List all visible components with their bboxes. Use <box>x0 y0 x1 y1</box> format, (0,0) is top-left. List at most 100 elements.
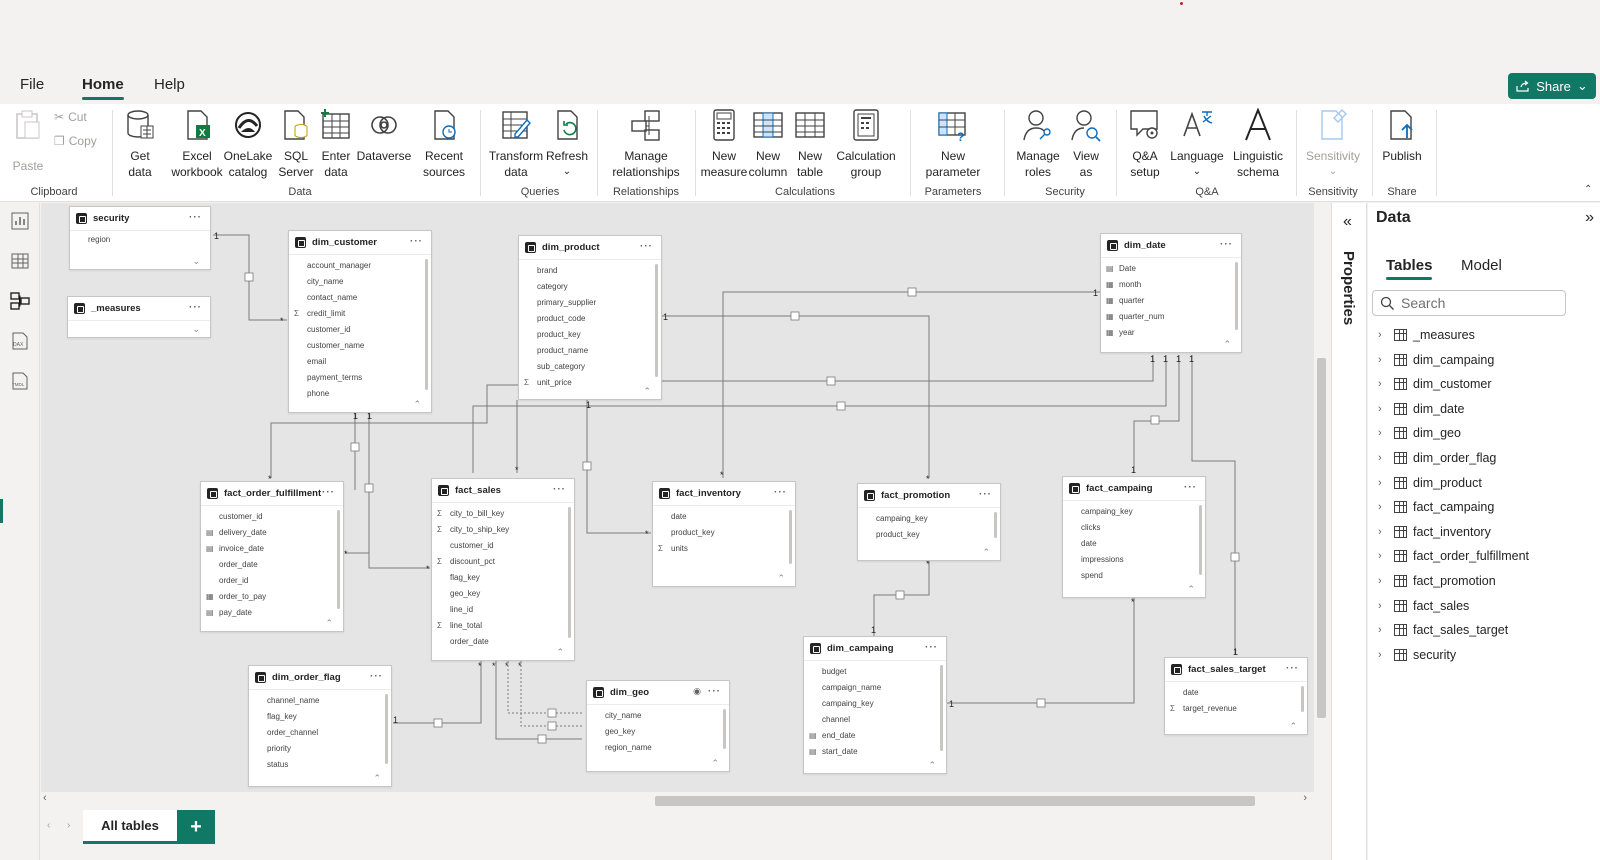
data-pane-item[interactable]: › dim_order_flag <box>1378 447 1496 469</box>
more-options-icon[interactable]: ··· <box>1220 239 1233 250</box>
field-row[interactable]: Σunit_price <box>519 374 661 390</box>
data-pane-item[interactable]: › security <box>1378 644 1456 666</box>
collapse-icon[interactable]: ⌃ <box>373 773 381 784</box>
field-row[interactable]: geo_key <box>432 585 574 601</box>
field-row[interactable]: status <box>249 756 391 772</box>
table-card-security[interactable]: security ··· region ⌄ <box>69 206 211 270</box>
dataverse-button[interactable]: Dataverse <box>356 108 412 164</box>
field-row[interactable]: campaing_key <box>804 695 946 711</box>
field-row[interactable]: customer_id <box>432 537 574 553</box>
field-row[interactable]: campaing_key <box>858 510 1000 526</box>
table-card-dim-campaing[interactable]: dim_campaing ··· budget campaign_name campai… <box>803 636 947 774</box>
tab-home[interactable]: Home <box>82 76 124 100</box>
field-row[interactable]: ▦ quarter <box>1101 292 1241 308</box>
excel-workbook-button[interactable]: X Excel workbook <box>168 108 226 180</box>
linguistic-schema-button[interactable]: Linguistic schema <box>1224 107 1292 180</box>
field-row[interactable]: ▦ quarter_num <box>1101 308 1241 324</box>
field-row[interactable]: campaing_key <box>1063 503 1205 519</box>
sql-server-button[interactable]: SQL Server <box>278 108 314 180</box>
collapse-icon[interactable]: ⌃ <box>982 547 990 558</box>
field-row[interactable]: product_code <box>519 310 661 326</box>
field-row[interactable]: line_id <box>432 601 574 617</box>
field-row[interactable]: channel <box>804 711 946 727</box>
more-options-icon[interactable]: ··· <box>925 642 938 653</box>
chevron-right-icon[interactable]: › <box>1378 378 1388 390</box>
field-row[interactable]: product_key <box>519 326 661 342</box>
field-row[interactable]: ▤ invoice_date <box>201 540 343 556</box>
data-pane-item[interactable]: › _measures <box>1378 324 1475 346</box>
more-options-icon[interactable]: ··· <box>410 236 423 247</box>
enter-data-button[interactable]: Enter data <box>318 108 354 180</box>
chevron-right-icon[interactable]: › <box>1378 575 1388 587</box>
language-button[interactable]: Language ⌄ <box>1166 108 1228 180</box>
field-row[interactable]: flag_key <box>432 569 574 585</box>
copy-button[interactable]: ❐ Copy <box>54 134 97 148</box>
next-page-icon[interactable]: › <box>67 820 70 831</box>
data-pane-item[interactable]: › dim_product <box>1378 472 1482 494</box>
cut-button[interactable]: ✂ Cut <box>54 110 87 124</box>
table-card-dim-order-flag[interactable]: dim_order_flag ··· channel_name flag_key ord… <box>248 665 392 787</box>
table-card-fact-campaing[interactable]: fact_campaing ··· campaing_key clicks date im… <box>1062 476 1206 598</box>
table-scrollbar[interactable] <box>1235 262 1238 330</box>
field-row[interactable]: city_name <box>587 707 729 723</box>
table-scrollbar[interactable] <box>425 259 428 390</box>
field-row[interactable]: sub_category <box>519 358 661 374</box>
chevron-right-icon[interactable]: › <box>1378 403 1388 415</box>
field-row[interactable]: ▤ Date <box>1101 260 1241 276</box>
chevron-right-icon[interactable]: › <box>1378 649 1388 661</box>
model-diagram-canvas[interactable]: 1 * 11 * * * * 1 * 1 * 1 * 1111 11 * 1 1 * 1 * * * *… <box>41 203 1327 803</box>
scroll-left-icon[interactable]: ‹ <box>43 792 47 804</box>
data-pane-item[interactable]: › fact_inventory <box>1378 521 1491 543</box>
tab-tables[interactable]: Tables <box>1386 257 1433 280</box>
new-table-button[interactable]: New table <box>790 108 830 180</box>
data-pane-item[interactable]: › dim_campaing <box>1378 349 1494 371</box>
chevron-right-icon[interactable]: › <box>1378 354 1388 366</box>
transform-data-button[interactable]: Transform data <box>486 108 546 180</box>
more-options-icon[interactable]: ··· <box>189 302 202 313</box>
refresh-button[interactable]: Refresh ⌄ <box>544 108 590 180</box>
data-pane-item[interactable]: › dim_customer <box>1378 373 1492 395</box>
data-pane-item[interactable]: › dim_date <box>1378 398 1464 420</box>
field-row[interactable]: region <box>70 231 210 247</box>
vertical-scrollbar[interactable] <box>1314 203 1328 803</box>
table-card-dim-product[interactable]: dim_product ··· brand category primary_suppl… <box>518 235 662 400</box>
data-pane-item[interactable]: › fact_promotion <box>1378 570 1496 592</box>
table-card-fact-sales[interactable]: fact_sales ··· Σcity_to_bill_key Σcity_to_s… <box>431 478 575 661</box>
table-card-measures[interactable]: _measures ··· ⌄ <box>67 296 211 338</box>
collapse-icon[interactable]: ⌃ <box>711 758 719 769</box>
collapse-ribbon-icon[interactable]: ⌃ <box>1584 184 1592 195</box>
field-row[interactable]: Σline_total <box>432 617 574 633</box>
collapse-icon[interactable]: ⌃ <box>1289 721 1297 732</box>
collapse-icon[interactable]: ⌃ <box>413 399 421 410</box>
data-pane-item[interactable]: › fact_campaing <box>1378 496 1494 518</box>
collapse-icon[interactable]: ⌃ <box>643 386 651 397</box>
chevron-right-icon[interactable]: › <box>1378 501 1388 513</box>
field-row[interactable]: date <box>1165 684 1307 700</box>
more-options-icon[interactable]: ··· <box>189 212 202 223</box>
field-row[interactable]: ▦ month <box>1101 276 1241 292</box>
chevron-right-icon[interactable]: › <box>1378 550 1388 562</box>
data-pane-item[interactable]: › dim_geo <box>1378 422 1461 444</box>
chevron-right-icon[interactable]: › <box>1378 452 1388 464</box>
field-row[interactable]: campaign_name <box>804 679 946 695</box>
table-scrollbar[interactable] <box>337 510 340 609</box>
field-row[interactable]: order_id <box>201 572 343 588</box>
field-row[interactable]: Σcity_to_bill_key <box>432 505 574 521</box>
field-row[interactable]: ▤ pay_date <box>201 604 343 620</box>
table-card-dim-date[interactable]: dim_date ··· ▤ Date ▦ month ▦ quarter ▦ quarter_n… <box>1100 233 1242 353</box>
dax-query-view-icon[interactable]: DAX <box>10 331 30 351</box>
new-parameter-button[interactable]: ? New parameter <box>918 108 988 180</box>
field-row[interactable]: order_date <box>432 633 574 649</box>
table-card-dim-customer[interactable]: dim_customer ··· account_manager city_name c… <box>288 230 432 413</box>
field-row[interactable]: geo_key <box>587 723 729 739</box>
previous-page-icon[interactable]: ‹ <box>47 820 50 831</box>
field-row[interactable]: city_name <box>289 273 431 289</box>
field-row[interactable]: spend <box>1063 567 1205 583</box>
paste-button[interactable]: Paste <box>10 108 46 174</box>
field-row[interactable]: order_channel <box>249 724 391 740</box>
report-view-icon[interactable] <box>10 211 30 231</box>
tab-all-tables[interactable]: All tables <box>83 810 177 844</box>
collapse-icon[interactable]: ⌃ <box>777 573 785 584</box>
table-scrollbar[interactable] <box>940 665 943 751</box>
tmdl-view-icon[interactable]: TMDL <box>10 371 30 391</box>
